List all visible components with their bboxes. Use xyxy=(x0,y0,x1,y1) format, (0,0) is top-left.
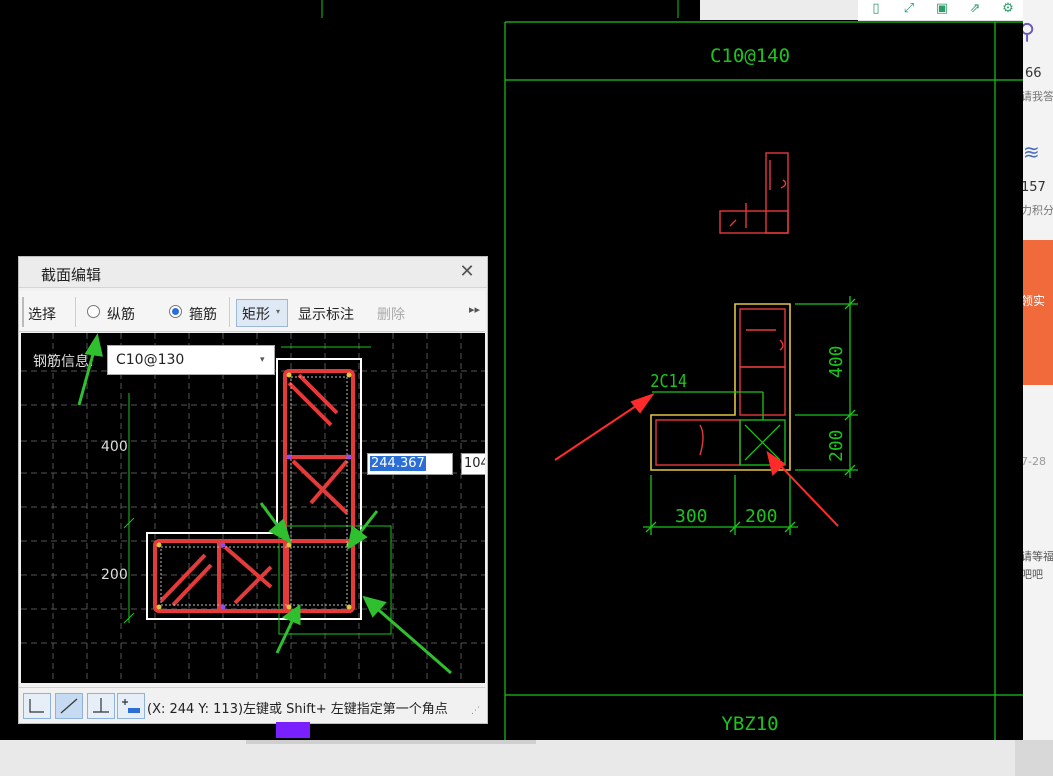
cad-top-label: C10@140 xyxy=(710,45,790,67)
host-web-sidebar: ⚲ 66 请我答 ≋ 157 力积分 领实 7-28 请等福 吧吧 xyxy=(1023,0,1053,740)
green-annotation-arrows xyxy=(259,502,452,675)
dialog-title: 截面编辑 xyxy=(41,266,102,284)
overflow-icon[interactable]: ▸▸ xyxy=(469,303,480,316)
web-text-3: 请等福 xyxy=(1023,550,1053,563)
coord-x-input[interactable]: 244.367 xyxy=(367,453,453,475)
perpendicular-snap-icon[interactable] xyxy=(87,693,115,719)
shape-dropdown-value: 矩形 xyxy=(242,307,270,323)
stirrup-label[interactable]: 箍筋 xyxy=(189,304,217,324)
longitudinal-radio[interactable] xyxy=(87,305,100,318)
grip-handle[interactable] xyxy=(22,297,24,327)
coord-y-input[interactable]: 104 xyxy=(461,453,485,475)
rebar-info-value: C10@130 xyxy=(116,352,185,368)
taskbar-marker xyxy=(276,722,310,738)
web-banner[interactable]: 领实 xyxy=(1023,240,1053,385)
web-count-1: 66 xyxy=(1025,66,1042,81)
dialog-titlebar[interactable]: 截面编辑 ✕ xyxy=(19,257,487,288)
web-text-1: 请我答 xyxy=(1023,90,1053,103)
section-canvas[interactable]: 400 200 钢筋信息: C10@130 ▾ 244.367 104 xyxy=(21,333,485,683)
cad-dim-200b: 200 xyxy=(745,506,778,527)
dialog-statusbar: (X: 244 Y: 113)左键或 Shift+ 左键指定第一个角点 ⋰ xyxy=(19,687,485,722)
canvas-dim-200: 200 xyxy=(101,567,128,583)
cad-dim-300: 300 xyxy=(675,506,708,527)
dimension-snap-icon[interactable] xyxy=(117,693,145,719)
chevron-down-icon: ▾ xyxy=(276,307,281,316)
coins-icon: ≋ xyxy=(1023,140,1040,164)
web-text-2: 力积分 xyxy=(1023,204,1053,217)
host-bottom-bar xyxy=(0,722,1053,776)
section-edit-dialog: 截面编辑 ✕ 选择 纵筋 箍筋 矩形 ▾ 显示标注 删除 ▸▸ 400 200 … xyxy=(18,256,488,724)
stirrup-radio[interactable] xyxy=(169,305,182,318)
cad-detail-l xyxy=(719,152,789,234)
shape-dropdown[interactable]: 矩形 ▾ xyxy=(236,299,288,327)
select-button[interactable]: 选择 xyxy=(28,304,56,324)
green-arrow-radio xyxy=(77,333,103,406)
show-dimension-button[interactable]: 显示标注 xyxy=(298,304,354,324)
cad-dim-200: 200 xyxy=(826,429,847,462)
cad-dim-400: 400 xyxy=(826,345,847,378)
toolbar-divider xyxy=(229,297,230,327)
cad-rebar-label: 2C14 xyxy=(650,370,687,392)
longitudinal-label[interactable]: 纵筋 xyxy=(107,304,135,324)
toolbar-divider xyxy=(75,297,76,327)
web-text-4: 吧吧 xyxy=(1023,568,1043,581)
resize-grip-icon[interactable]: ⋰ xyxy=(471,706,480,716)
coord-x-value: 244.367 xyxy=(370,456,426,471)
search-icon[interactable]: ⚲ xyxy=(1023,20,1035,45)
bottom-bar-end xyxy=(1015,740,1053,776)
coord-y-value: 104 xyxy=(464,456,485,471)
ortho-snap-icon[interactable] xyxy=(23,693,51,719)
status-text: (X: 244 Y: 113)左键或 Shift+ 左键指定第一个角点 xyxy=(147,702,448,717)
web-date: 7-28 xyxy=(1023,455,1046,468)
chevron-down-icon: ▾ xyxy=(260,355,265,365)
delete-button[interactable]: 删除 xyxy=(377,304,405,324)
host-scroll-strip xyxy=(246,740,536,744)
cad-bottom-label: YBZ10 xyxy=(721,713,778,735)
close-icon[interactable]: ✕ xyxy=(456,261,478,283)
rebar-info-select[interactable]: C10@130 ▾ xyxy=(107,345,275,375)
banner-text: 领实 xyxy=(1023,294,1046,308)
web-count-2: 157 xyxy=(1023,180,1046,195)
line-snap-icon[interactable] xyxy=(55,693,83,719)
canvas-dim-400: 400 xyxy=(101,439,128,455)
dialog-toolbar: 选择 纵筋 箍筋 矩形 ▾ 显示标注 删除 ▸▸ xyxy=(19,291,485,332)
